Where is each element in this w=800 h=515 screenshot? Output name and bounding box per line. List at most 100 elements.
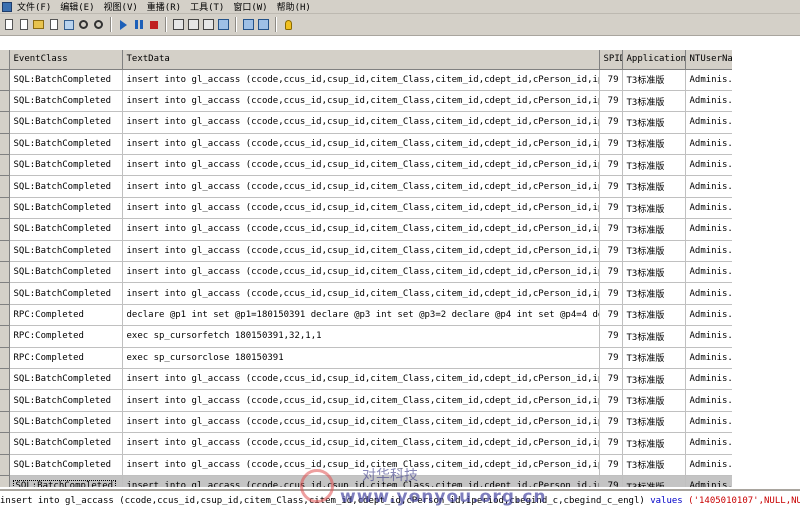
row-selector[interactable] xyxy=(0,304,10,327)
cell-eventclass[interactable]: SQL:BatchCompleted xyxy=(9,175,123,198)
cell-eventclass[interactable]: SQL:BatchCompleted xyxy=(9,261,123,284)
find-button[interactable] xyxy=(77,17,90,32)
menu-edit[interactable]: 编辑(E) xyxy=(58,0,101,13)
cell-textdata[interactable]: insert into gl_accass (ccode,ccus_id,csu… xyxy=(122,90,600,113)
row-selector[interactable] xyxy=(0,240,10,263)
cell-eventclass[interactable]: SQL:BatchCompleted xyxy=(9,454,123,476)
cell-ntusername[interactable]: Adminis... xyxy=(685,475,732,487)
cell-ntusername[interactable]: Adminis... xyxy=(685,218,732,241)
cell-textdata[interactable]: insert into gl_accass (ccode,ccus_id,csu… xyxy=(122,282,600,305)
cell-spid[interactable]: 79 xyxy=(599,218,623,241)
row-selector[interactable] xyxy=(0,368,10,391)
row-selector[interactable] xyxy=(0,432,10,455)
cell-textdata[interactable]: insert into gl_accass (ccode,ccus_id,csu… xyxy=(122,261,600,284)
cell-spid[interactable]: 79 xyxy=(599,411,623,434)
cell-textdata[interactable]: insert into gl_accass (ccode,ccus_id,csu… xyxy=(122,368,600,391)
menu-replay[interactable]: 重播(R) xyxy=(145,0,188,13)
cell-eventclass[interactable]: RPC:Completed xyxy=(9,304,123,327)
cell-textdata[interactable]: insert into gl_accass (ccode,ccus_id,csu… xyxy=(122,454,600,476)
menu-tools[interactable]: 工具(T) xyxy=(188,0,231,13)
cell-spid[interactable]: 79 xyxy=(599,154,623,177)
col-header-ntusername[interactable]: NTUserName xyxy=(685,50,732,70)
cell-applicationname[interactable]: T3标准版 xyxy=(622,304,686,327)
cell-eventclass[interactable]: RPC:Completed xyxy=(9,347,123,369)
cell-ntusername[interactable]: Adminis... xyxy=(685,368,732,391)
table-row[interactable]: SQL:BatchCompleted insert into gl_accass … xyxy=(0,432,732,455)
cell-eventclass[interactable]: RPC:Completed xyxy=(9,325,123,348)
cell-ntusername[interactable]: Adminis... xyxy=(685,197,732,220)
cell-eventclass[interactable]: SQL:BatchCompleted xyxy=(9,432,123,455)
cell-spid[interactable]: 79 xyxy=(599,304,623,327)
cell-ntusername[interactable]: Adminis... xyxy=(685,411,732,434)
new-template-button[interactable] xyxy=(17,17,30,32)
table-row[interactable]: SQL:BatchCompleted insert into gl_accass … xyxy=(0,389,732,412)
cell-ntusername[interactable]: Adminis... xyxy=(685,454,732,476)
query-analyzer-button[interactable] xyxy=(242,17,255,32)
cell-applicationname[interactable]: T3标准版 xyxy=(622,475,686,487)
col-header-eventclass[interactable]: EventClass xyxy=(9,50,123,70)
cell-spid[interactable]: 79 xyxy=(599,133,623,156)
table-row[interactable]: SQL:BatchCompleted insert into gl_accass … xyxy=(0,175,732,198)
cell-ntusername[interactable]: Adminis... xyxy=(685,282,732,305)
table-row[interactable]: SQL:BatchCompleted insert into gl_accass … xyxy=(0,111,732,134)
cell-spid[interactable]: 79 xyxy=(599,69,623,91)
row-selector[interactable] xyxy=(0,218,10,241)
cell-textdata[interactable]: insert into gl_accass (ccode,ccus_id,csu… xyxy=(122,69,600,91)
cell-textdata[interactable]: insert into gl_accass (ccode,ccus_id,csu… xyxy=(122,389,600,412)
cell-textdata[interactable]: exec sp_cursorfetch 180150391,32,1,1 xyxy=(122,325,600,348)
cell-eventclass[interactable]: SQL:BatchCompleted xyxy=(9,154,123,177)
cell-ntusername[interactable]: Adminis... xyxy=(685,154,732,177)
cell-applicationname[interactable]: T3标准版 xyxy=(622,325,686,348)
table-row[interactable]: SQL:BatchCompleted insert into gl_accass … xyxy=(0,411,732,434)
cell-applicationname[interactable]: T3标准版 xyxy=(622,197,686,220)
table-row[interactable]: SQL:BatchCompleted insert into gl_accass … xyxy=(0,133,732,156)
table-row[interactable]: SQL:BatchCompleted insert into gl_accass … xyxy=(0,261,732,284)
cell-eventclass[interactable]: SQL:BatchCompleted xyxy=(9,240,123,263)
table-row[interactable]: SQL:BatchCompleted insert into gl_accass … xyxy=(0,154,732,177)
breakpoint-button[interactable] xyxy=(187,17,200,32)
cell-ntusername[interactable]: Adminis... xyxy=(685,347,732,369)
cell-applicationname[interactable]: T3标准版 xyxy=(622,347,686,369)
cell-spid[interactable]: 79 xyxy=(599,261,623,284)
cell-applicationname[interactable]: T3标准版 xyxy=(622,261,686,284)
cell-ntusername[interactable]: Adminis... xyxy=(685,240,732,263)
save-button[interactable] xyxy=(47,17,60,32)
row-selector[interactable] xyxy=(0,197,10,220)
cell-spid[interactable]: 79 xyxy=(599,90,623,113)
cell-spid[interactable]: 79 xyxy=(599,197,623,220)
menu-file[interactable]: 文件(F) xyxy=(15,0,58,13)
cell-textdata[interactable]: insert into gl_accass (ccode,ccus_id,csu… xyxy=(122,240,600,263)
cell-applicationname[interactable]: T3标准版 xyxy=(622,282,686,305)
row-selector[interactable] xyxy=(0,282,10,305)
cell-applicationname[interactable]: T3标准版 xyxy=(622,69,686,91)
auto-scroll-button[interactable] xyxy=(217,17,230,32)
table-row[interactable]: SQL:BatchCompleted insert into gl_accass … xyxy=(0,454,732,476)
cell-eventclass[interactable]: SQL:BatchCompleted xyxy=(9,389,123,412)
cell-spid[interactable]: 79 xyxy=(599,347,623,369)
row-selector[interactable] xyxy=(0,411,10,434)
table-row[interactable]: SQL:BatchCompleted insert into gl_accass … xyxy=(0,368,732,391)
cell-applicationname[interactable]: T3标准版 xyxy=(622,240,686,263)
row-selector[interactable] xyxy=(0,133,10,156)
row-selector[interactable] xyxy=(0,154,10,177)
row-selector[interactable] xyxy=(0,389,10,412)
cell-ntusername[interactable]: Adminis... xyxy=(685,261,732,284)
cell-spid[interactable]: 79 xyxy=(599,282,623,305)
row-selector[interactable] xyxy=(0,175,10,198)
stop-button[interactable] xyxy=(147,17,160,32)
cell-textdata[interactable]: insert into gl_accass (ccode,ccus_id,csu… xyxy=(122,154,600,177)
cell-ntusername[interactable]: Adminis... xyxy=(685,432,732,455)
cell-applicationname[interactable]: T3标准版 xyxy=(622,368,686,391)
cell-textdata[interactable]: insert into gl_accass (ccode,ccus_id,csu… xyxy=(122,111,600,134)
menu-window[interactable]: 窗口(W) xyxy=(231,0,274,13)
help-button[interactable] xyxy=(282,17,295,32)
cell-spid[interactable]: 79 xyxy=(599,325,623,348)
cell-spid[interactable]: 79 xyxy=(599,389,623,412)
cell-textdata[interactable]: insert into gl_accass (ccode,ccus_id,csu… xyxy=(122,411,600,434)
row-selector[interactable] xyxy=(0,261,10,284)
new-trace-button[interactable] xyxy=(2,17,15,32)
cell-applicationname[interactable]: T3标准版 xyxy=(622,411,686,434)
run-to-cursor-button[interactable] xyxy=(202,17,215,32)
cell-spid[interactable]: 79 xyxy=(599,475,623,487)
properties-button[interactable] xyxy=(62,17,75,32)
